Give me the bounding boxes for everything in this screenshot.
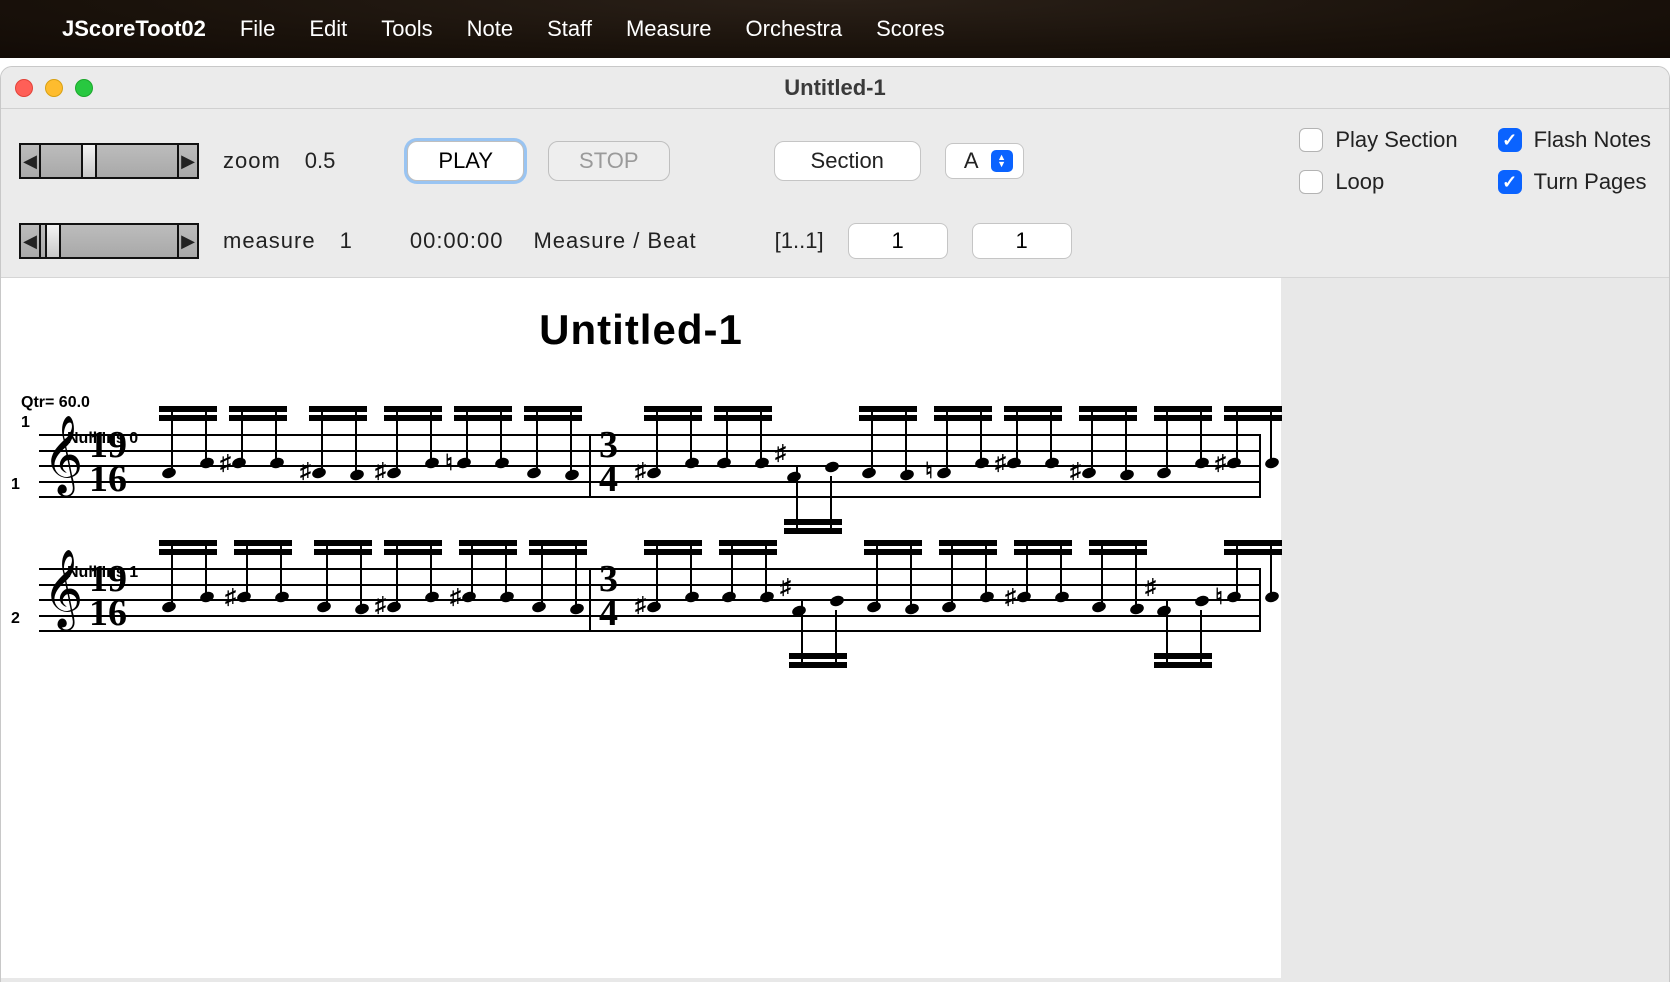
note-group[interactable]: ♯: [784, 444, 842, 534]
note-group[interactable]: ♯: [459, 540, 517, 630]
zoom-increment-icon[interactable]: ▶: [177, 145, 197, 177]
section-select[interactable]: A ▲▼: [945, 143, 1024, 179]
window-controls: [15, 79, 93, 97]
note-group[interactable]: ♯: [644, 406, 702, 496]
chevrons-up-down-icon: ▲▼: [991, 150, 1013, 172]
note-group[interactable]: [159, 540, 217, 630]
turn-pages-label: Turn Pages: [1534, 169, 1647, 195]
flash-notes-checkbox[interactable]: ✓: [1498, 128, 1522, 152]
note-group[interactable]: ♮: [1224, 540, 1282, 630]
measure-beat-label: Measure / Beat: [533, 228, 696, 254]
staff-lines[interactable]: 𝄞 19 16 3 4 ♯ ♯ ♯: [39, 568, 1261, 632]
menu-scores[interactable]: Scores: [876, 16, 944, 42]
time-display: 00:00:00: [410, 228, 504, 254]
menu-staff[interactable]: Staff: [547, 16, 592, 42]
play-section-label: Play Section: [1335, 127, 1457, 153]
note-group[interactable]: [524, 406, 582, 496]
menu-tools[interactable]: Tools: [381, 16, 432, 42]
note-group[interactable]: ♮: [454, 406, 512, 496]
window-title: Untitled-1: [784, 75, 885, 101]
zoom-decrement-icon[interactable]: ◀: [21, 145, 41, 177]
measure-decrement-icon[interactable]: ◀: [21, 225, 41, 257]
loop-checkbox[interactable]: [1299, 170, 1323, 194]
note-group[interactable]: ♯: [644, 540, 702, 630]
menu-note[interactable]: Note: [467, 16, 513, 42]
staff-number: 1: [11, 476, 20, 494]
measure-value: 1: [340, 228, 352, 254]
time-signature-b: 3 4: [599, 428, 618, 496]
macos-menubar: JScoreToot02 File Edit Tools Note Staff …: [0, 0, 1670, 58]
minimize-icon[interactable]: [45, 79, 63, 97]
measure-thumb[interactable]: [45, 225, 61, 257]
note-group[interactable]: [714, 406, 772, 496]
note-group[interactable]: [939, 540, 997, 630]
menu-measure[interactable]: Measure: [626, 16, 712, 42]
note-group[interactable]: [159, 406, 217, 496]
time-signature-a: 19 16: [89, 562, 127, 630]
range-from-field[interactable]: [848, 223, 948, 259]
turn-pages-checkbox[interactable]: ✓: [1498, 170, 1522, 194]
score-title: Untitled-1: [21, 306, 1261, 354]
note-group[interactable]: ♯: [384, 406, 442, 496]
menu-edit[interactable]: Edit: [309, 16, 347, 42]
note-group[interactable]: ♯: [384, 540, 442, 630]
time-signature-b: 3 4: [599, 562, 618, 630]
menu-file[interactable]: File: [240, 16, 275, 42]
barline: [589, 434, 591, 498]
play-button[interactable]: PLAY: [407, 141, 524, 181]
app-name[interactable]: JScoreToot02: [62, 16, 206, 42]
treble-clef-icon: 𝄞: [43, 420, 83, 488]
zoom-slider[interactable]: ◀ ▶: [19, 143, 199, 179]
zoom-icon[interactable]: [75, 79, 93, 97]
note-group[interactable]: [719, 540, 777, 630]
note-group[interactable]: [1154, 406, 1212, 496]
measure-increment-icon[interactable]: ▶: [177, 225, 197, 257]
range-label: [1..1]: [775, 228, 824, 254]
staff-row: 2 Null Ins 1 𝄞 19 16 3 4: [21, 568, 1261, 632]
stop-button[interactable]: STOP: [548, 141, 670, 181]
toolbar: ◀ ▶ zoom 0.5 PLAY STOP Section A ▲▼ Play…: [1, 109, 1669, 278]
staff-number: 2: [11, 610, 20, 628]
barline: [589, 568, 591, 632]
app-window: Untitled-1 ◀ ▶ zoom 0.5 PLAY STOP Sectio…: [0, 66, 1670, 982]
note-group[interactable]: [1089, 540, 1147, 630]
note-group[interactable]: ♯: [229, 406, 287, 496]
treble-clef-icon: 𝄞: [43, 554, 83, 622]
note-group[interactable]: [529, 540, 587, 630]
score-page: Untitled-1 Qtr= 60.0 1 1 Null Ins 0 𝄞 19…: [1, 278, 1281, 978]
staff-lines[interactable]: 𝄞 19 16 3 4 ♯ ♯ ♯ ♮: [39, 434, 1261, 498]
zoom-value: 0.5: [305, 148, 336, 174]
note-group[interactable]: ♯: [309, 406, 367, 496]
note-group[interactable]: ♯: [1154, 578, 1212, 668]
score-viewport[interactable]: Untitled-1 Qtr= 60.0 1 1 Null Ins 0 𝄞 19…: [1, 278, 1669, 982]
close-icon[interactable]: [15, 79, 33, 97]
zoom-label: zoom: [223, 148, 281, 174]
staff-row: 1 Null Ins 0 𝄞 19 16 3 4: [21, 434, 1261, 498]
play-section-checkbox[interactable]: [1299, 128, 1323, 152]
playback-options: Play Section ✓ Flash Notes Loop ✓ Turn P…: [1299, 127, 1651, 195]
note-group[interactable]: ♯: [1224, 406, 1282, 496]
note-group[interactable]: ♮: [934, 406, 992, 496]
loop-label: Loop: [1335, 169, 1384, 195]
window-titlebar: Untitled-1: [1, 67, 1669, 109]
note-group[interactable]: ♯: [1014, 540, 1072, 630]
flash-notes-label: Flash Notes: [1534, 127, 1651, 153]
range-to-field[interactable]: [972, 223, 1072, 259]
note-group[interactable]: ♯: [1079, 406, 1137, 496]
note-group[interactable]: [864, 540, 922, 630]
time-signature-a: 19 16: [89, 428, 127, 496]
note-group[interactable]: ♯: [789, 578, 847, 668]
measure-label: measure: [223, 228, 316, 254]
section-display[interactable]: Section: [774, 141, 921, 181]
note-group[interactable]: [859, 406, 917, 496]
note-group[interactable]: ♯: [234, 540, 292, 630]
note-group[interactable]: ♯: [1004, 406, 1062, 496]
note-group[interactable]: [314, 540, 372, 630]
section-selected: A: [964, 148, 979, 174]
menu-orchestra[interactable]: Orchestra: [746, 16, 843, 42]
measure-slider[interactable]: ◀ ▶: [19, 223, 199, 259]
zoom-thumb[interactable]: [81, 145, 97, 177]
